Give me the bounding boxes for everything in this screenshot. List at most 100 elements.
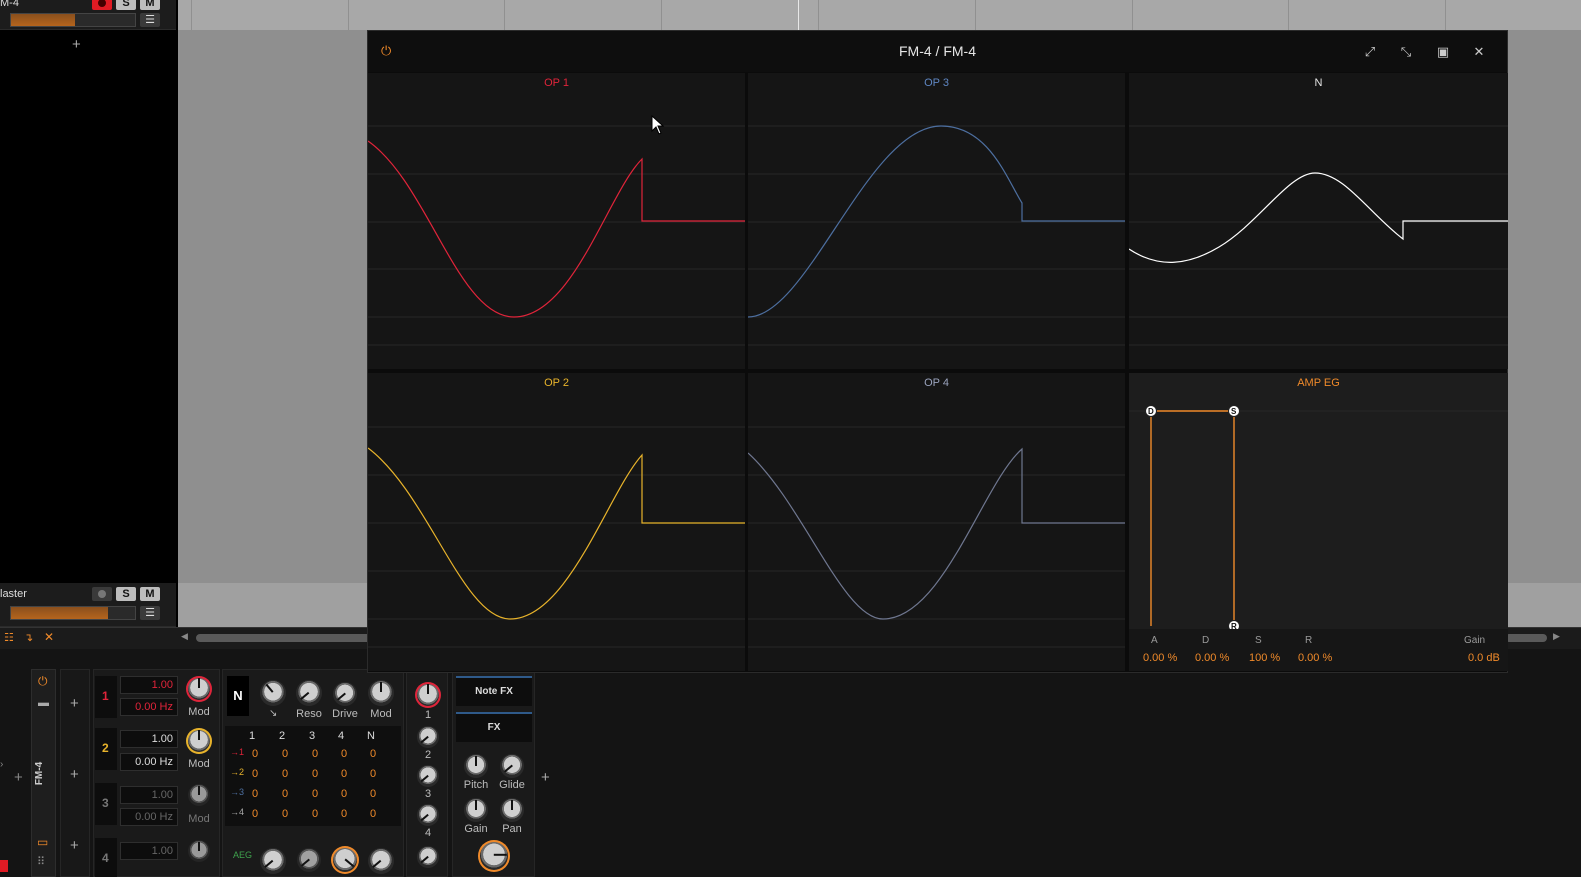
preset-browser-icon[interactable]: ▬ [38,697,49,709]
decay-value[interactable]: 0.00 % [1195,652,1229,664]
clip-launcher-icon[interactable]: ☷ [4,631,14,644]
sustain-value[interactable]: 100 % [1249,652,1280,664]
operator-2-ratio[interactable]: 1.00 [120,730,178,748]
operator-1-tile[interactable]: 1 [95,676,117,718]
operator-4-ratio[interactable]: 1.00 [120,842,178,860]
master-volume-meter[interactable] [10,606,136,620]
matrix-cell[interactable]: 0 [312,768,318,780]
modulators-icon[interactable]: ⠿ [37,855,45,868]
operator-2-mod-knob[interactable] [186,728,212,754]
add-device-before-button[interactable]: + [14,769,23,786]
matrix-cell[interactable]: 0 [282,768,288,780]
matrix-cell[interactable]: 0 [252,768,258,780]
plugin-titlebar[interactable]: ⏻ FM-4 / FM-4 ⤢ ⤡ ▣ ✕ [368,31,1507,72]
reso-knob[interactable] [296,680,322,706]
master-mute-button[interactable]: M [140,587,160,601]
track-menu-button[interactable]: ☰ [140,13,160,27]
aeg-attack-knob[interactable] [260,848,286,874]
operator-2-output-knob[interactable] [417,726,439,748]
close-icon[interactable]: ✕ [44,630,54,644]
aeg-release-knob[interactable] [368,848,394,874]
glide-knob[interactable] [500,754,524,778]
pitch-knob[interactable] [464,754,488,778]
mute-button[interactable]: M [140,0,160,10]
add-device-after-button[interactable]: + [541,769,550,786]
operator-1-output-knob[interactable] [415,682,441,708]
master-record-button[interactable] [92,587,112,601]
remote-controls-icon[interactable]: ▭ [37,835,48,849]
release-value[interactable]: 0.00 % [1298,652,1332,664]
matrix-cell[interactable]: 0 [341,748,347,760]
operator-4-output-knob[interactable] [417,804,439,826]
amp-envelope-path [1150,410,1235,626]
matrix-cell[interactable]: 0 [282,788,288,800]
playhead[interactable] [798,0,799,30]
scroll-right-icon[interactable]: ▶ [1553,631,1560,642]
matrix-cell[interactable]: 0 [252,808,258,820]
operator-3-output-knob[interactable] [417,765,439,787]
matrix-cell[interactable]: 0 [341,788,347,800]
gain-value[interactable]: 0.0 dB [1468,652,1500,664]
add-modulator-button-2[interactable]: + [70,766,79,783]
operator-3-ratio[interactable]: 1.00 [120,786,178,804]
matrix-cell[interactable]: 0 [282,748,288,760]
pan-knob[interactable] [500,798,524,822]
scroll-left-icon[interactable]: ◀ [181,631,188,642]
operator-3-mod-knob[interactable] [188,784,210,806]
fx-button[interactable]: FX [456,712,532,742]
follow-icon[interactable]: ↴ [24,631,33,644]
operator-1-freq[interactable]: 0.00 Hz [120,698,178,716]
matrix-cell[interactable]: 0 [370,768,376,780]
horizontal-scrollbar-end[interactable] [1505,634,1547,642]
matrix-header-n: N [367,730,375,742]
add-modulator-button-1[interactable]: + [70,695,79,712]
add-modulator-button-3[interactable]: + [70,837,79,854]
operator-4-tile[interactable]: 4 [95,838,117,877]
drive-knob[interactable] [333,682,357,706]
matrix-cell[interactable]: 0 [252,788,258,800]
maximize-icon[interactable]: ▣ [1434,43,1452,61]
add-track-button[interactable]: + [72,36,81,53]
operator-3-freq[interactable]: 0.00 Hz [120,808,178,826]
output-volume-knob[interactable] [478,840,510,872]
operator-1-ratio[interactable]: 1.00 [120,676,178,694]
matrix-cell[interactable]: 0 [312,788,318,800]
arrangement-clip-lane[interactable] [178,0,1581,30]
device-power-icon[interactable]: ⏻ [38,674,48,689]
record-arm-button[interactable] [92,0,112,10]
matrix-cell[interactable]: 0 [370,808,376,820]
track-header-fm4[interactable]: M-4 S M ☰ [0,0,176,30]
aeg-sustain-knob[interactable] [331,846,359,874]
attack-value[interactable]: 0.00 % [1143,652,1177,664]
matrix-cell[interactable]: 0 [341,768,347,780]
matrix-cell[interactable]: 0 [312,808,318,820]
filter-mod-knob[interactable] [368,680,394,706]
matrix-cell[interactable]: 0 [341,808,347,820]
operator-3-tile[interactable]: 3 [95,783,117,825]
pin-icon[interactable]: ⤢ [1361,43,1379,61]
resize-icon[interactable]: ⤡ [1397,43,1415,61]
matrix-cell[interactable]: 0 [312,748,318,760]
note-fx-button[interactable]: Note FX [456,676,532,706]
track-volume-meter[interactable] [10,13,136,27]
gain-knob[interactable] [464,798,488,822]
operator-4-mod-knob[interactable] [188,840,210,862]
matrix-cell[interactable]: 0 [370,788,376,800]
aeg-decay-knob[interactable] [297,848,321,872]
operator-2-freq[interactable]: 0.00 Hz [120,753,178,771]
matrix-cell[interactable]: 0 [370,748,376,760]
master-solo-button[interactable]: S [116,587,136,601]
matrix-cell[interactable]: 0 [252,748,258,760]
master-track-header[interactable]: laster S M ☰ [0,583,176,627]
amp-eg-graph[interactable]: D S R [1129,373,1508,633]
noise-button[interactable]: N [227,676,249,716]
horizontal-scrollbar[interactable] [196,634,371,642]
noise-output-knob[interactable] [417,846,439,868]
close-icon[interactable]: ✕ [1470,43,1488,61]
filter-cutoff-knob[interactable] [260,680,286,706]
solo-button[interactable]: S [116,0,136,10]
operator-1-mod-knob[interactable] [186,676,212,702]
master-menu-button[interactable]: ☰ [140,606,160,620]
operator-2-tile[interactable]: 2 [95,728,117,770]
matrix-cell[interactable]: 0 [282,808,288,820]
